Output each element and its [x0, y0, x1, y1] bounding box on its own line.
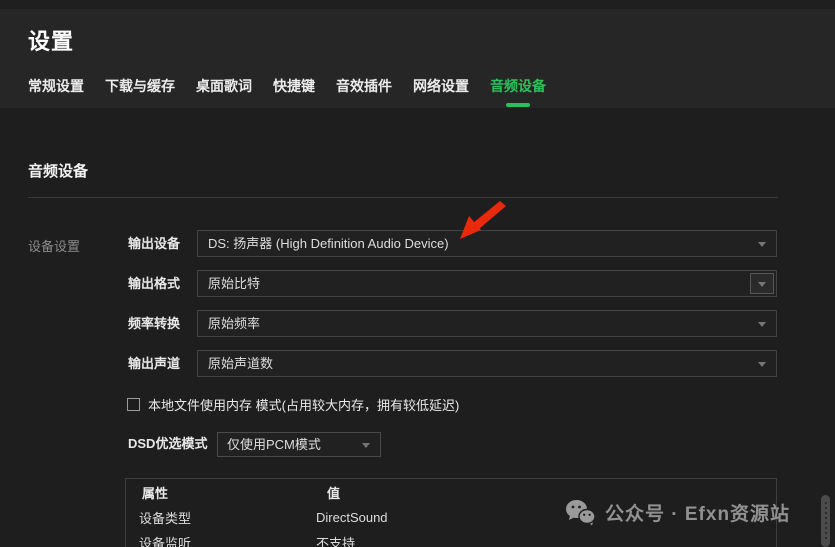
table-cell-value: 不支持: [316, 536, 356, 547]
page-title: 设置: [28, 29, 75, 54]
group-label-device-settings: 设备设置: [28, 239, 81, 254]
output-channel-label: 输出声道: [128, 356, 181, 371]
output-format-row: 输出格式 原始比特: [128, 270, 777, 297]
watermark-text: 公众号 · Efxn资源站: [605, 504, 791, 525]
section-heading-audio-device: 音频设备: [28, 163, 89, 180]
output-format-label: 输出格式: [128, 276, 181, 291]
table-cell-property: 设备监听: [139, 536, 192, 547]
output-device-label: 输出设备: [128, 236, 181, 251]
memory-mode-label: 本地文件使用内存 模式(占用较大内存，拥有较低延迟): [148, 398, 460, 413]
chevron-down-icon: [758, 281, 766, 287]
dsd-mode-select[interactable]: 仅使用PCM模式: [217, 432, 381, 457]
tab-sound-effects[interactable]: 音效插件: [336, 76, 392, 107]
section-divider: [28, 197, 778, 198]
titlebar-strip: [0, 0, 835, 9]
sample-rate-select[interactable]: 原始频率: [197, 310, 777, 337]
memory-mode-row: 本地文件使用内存 模式(占用较大内存，拥有较低延迟): [127, 396, 459, 413]
output-format-value: 原始比特: [208, 276, 261, 291]
tab-network[interactable]: 网络设置: [413, 76, 469, 107]
tab-hotkeys[interactable]: 快捷键: [273, 76, 315, 107]
annotation-arrow-icon: [460, 201, 506, 239]
tab-general[interactable]: 常规设置: [28, 76, 84, 107]
chevron-down-icon: [362, 442, 370, 448]
dsd-mode-value: 仅使用PCM模式: [227, 437, 321, 452]
wechat-icon: [566, 500, 596, 526]
settings-header: 设置 常规设置 下载与缓存 桌面歌词 快捷键 音效插件 网络设置 音频设备: [0, 0, 835, 108]
active-tab-underline: [506, 103, 530, 107]
chevron-down-icon: [758, 361, 766, 367]
output-channel-value: 原始声道数: [208, 356, 274, 371]
scrollbar-thumb[interactable]: [821, 495, 830, 547]
sample-rate-row: 频率转换 原始频率: [128, 310, 777, 337]
output-channel-select[interactable]: 原始声道数: [197, 350, 777, 377]
table-cell-property: 设备类型: [139, 511, 192, 526]
output-channel-row: 输出声道 原始声道数: [128, 350, 777, 377]
tab-desktop-lyrics[interactable]: 桌面歌词: [196, 76, 252, 107]
sample-rate-label: 频率转换: [128, 316, 181, 331]
chevron-down-icon: [758, 241, 766, 247]
tab-download-cache[interactable]: 下载与缓存: [105, 76, 175, 107]
settings-tab-bar: 常规设置 下载与缓存 桌面歌词 快捷键 音效插件 网络设置 音频设备: [28, 76, 546, 107]
scrollbar-grip-dots: [824, 502, 827, 542]
output-format-dropdown-button[interactable]: [750, 273, 774, 294]
table-header-property: 属性: [142, 485, 169, 501]
output-device-row: 输出设备 DS: 扬声器 (High Definition Audio Devi…: [128, 230, 777, 257]
memory-mode-checkbox[interactable]: [127, 398, 140, 411]
watermark: 公众号 · Efxn资源站: [565, 499, 790, 526]
dsd-mode-label: DSD优选模式: [128, 436, 208, 451]
tab-audio-device[interactable]: 音频设备: [490, 76, 546, 107]
settings-window: 设置 常规设置 下载与缓存 桌面歌词 快捷键 音效插件 网络设置 音频设备 音频…: [0, 0, 835, 547]
sample-rate-value: 原始频率: [208, 316, 261, 331]
chevron-down-icon: [758, 321, 766, 327]
output-format-select[interactable]: 原始比特: [197, 270, 777, 297]
table-row: 设备监听 不支持: [126, 530, 776, 547]
